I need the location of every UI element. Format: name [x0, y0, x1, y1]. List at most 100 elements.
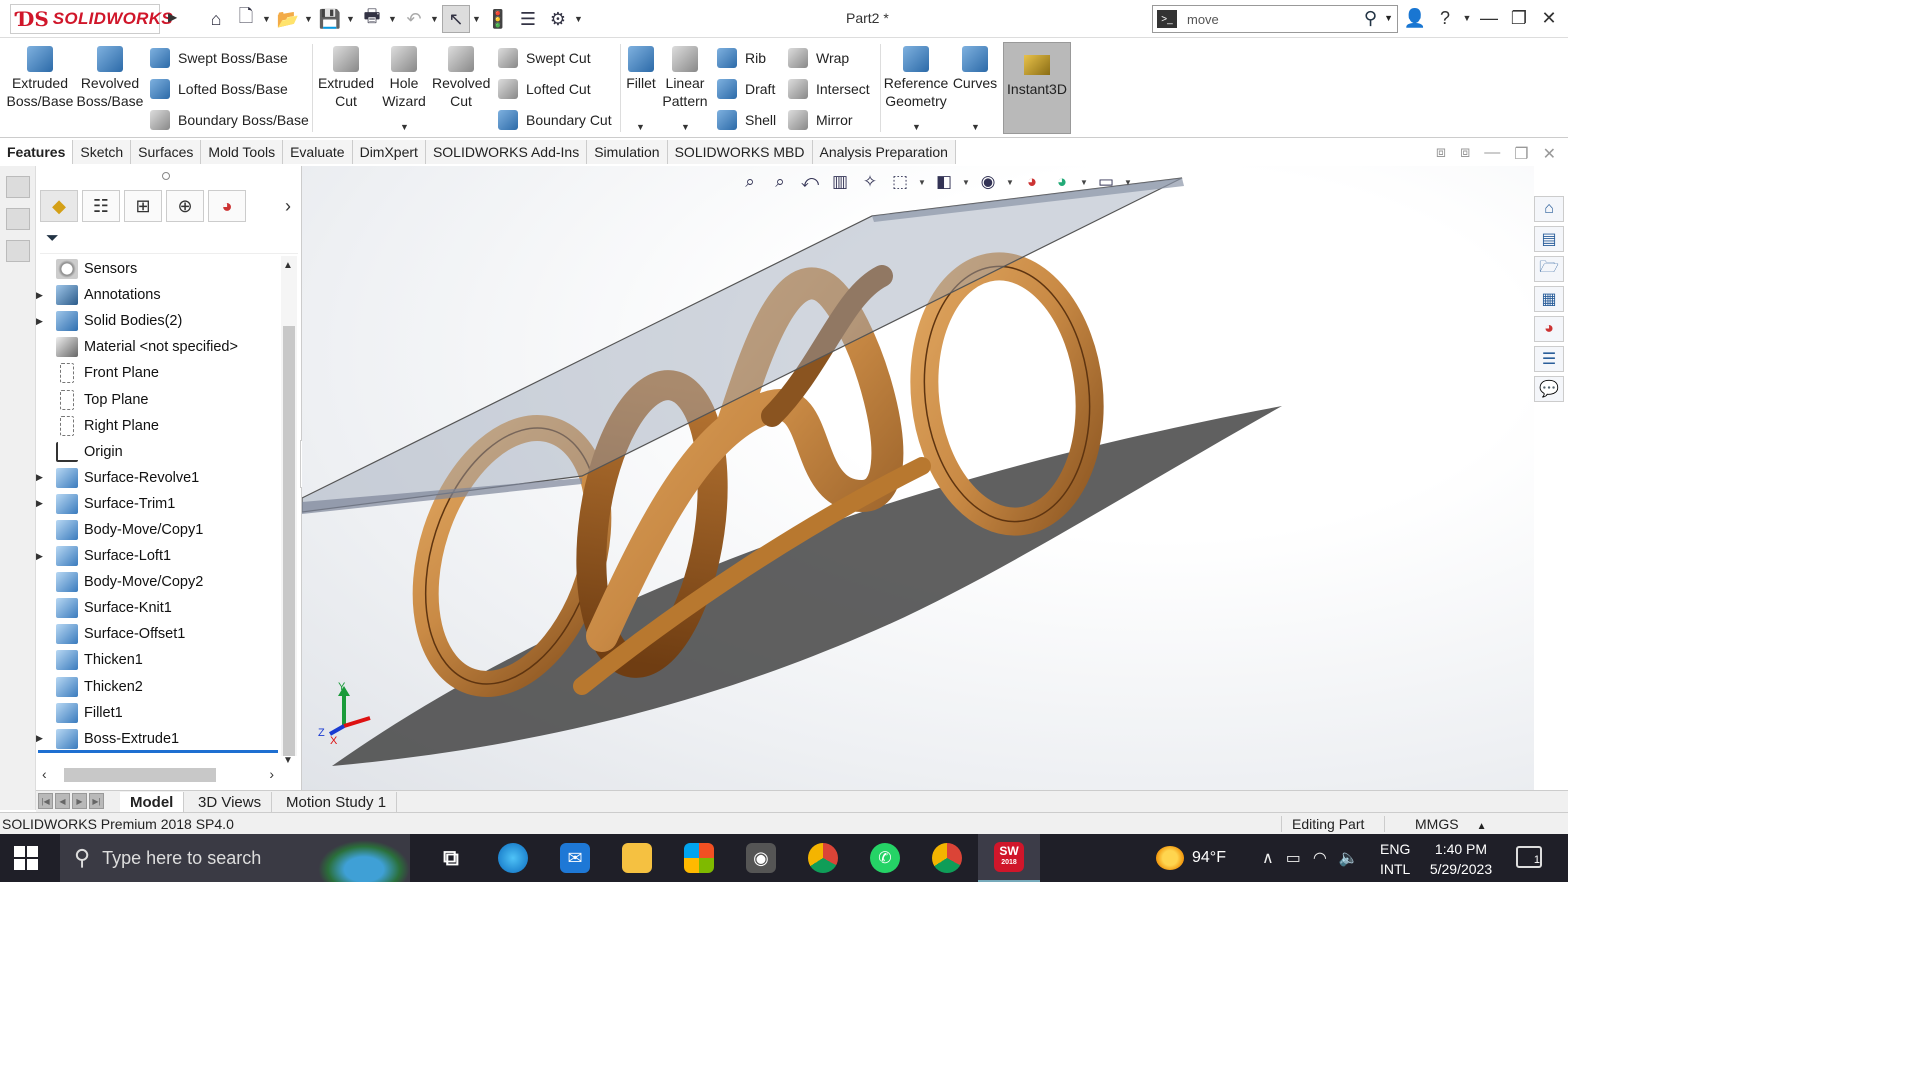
tree-item[interactable]: Thicken2: [36, 674, 282, 700]
hole-wizard-dropdown-icon[interactable]: ▼: [400, 122, 409, 132]
section-view-icon[interactable]: ▥: [828, 170, 852, 194]
mirror-button[interactable]: Mirror: [788, 108, 853, 132]
more-tabs-chevron-icon[interactable]: ›: [285, 196, 291, 217]
scroll-thumb[interactable]: [283, 326, 295, 756]
display-style-icon[interactable]: ◧: [932, 170, 956, 194]
fillet-button[interactable]: Fillet: [622, 46, 660, 92]
feature-manager-tab-icon[interactable]: ◆: [40, 190, 78, 222]
search-icon[interactable]: ⚲: [1364, 8, 1377, 29]
forum-icon[interactable]: 💬: [1534, 376, 1564, 402]
tile-right-icon[interactable]: ⧈: [1460, 144, 1470, 164]
store-button[interactable]: [668, 834, 730, 882]
task-view-button[interactable]: ⧉: [420, 834, 482, 882]
open-dropdown-icon[interactable]: ▼: [304, 14, 314, 24]
smart-dimension-icon[interactable]: [6, 208, 30, 230]
undo-icon[interactable]: ↶: [400, 5, 428, 33]
menu-expand-icon[interactable]: ▶: [168, 10, 177, 24]
prev-tab-icon[interactable]: ◀: [55, 793, 70, 809]
new-document-icon[interactable]: 🗋: [232, 5, 260, 33]
volume-icon[interactable]: 🔈: [1339, 848, 1359, 868]
whatsapp-button[interactable]: ✆: [854, 834, 916, 882]
tree-item[interactable]: Origin: [36, 439, 282, 465]
sketch-tool-icon[interactable]: [6, 176, 30, 198]
tree-item[interactable]: Right Plane: [36, 413, 282, 439]
expand-chevron-icon[interactable]: ▶: [36, 290, 46, 301]
taskbar-clock[interactable]: 1:40 PM 5/29/2023: [1426, 839, 1496, 879]
chrome-profile-button[interactable]: [916, 834, 978, 882]
help-icon[interactable]: ?: [1432, 4, 1458, 32]
camera-button[interactable]: ◉: [730, 834, 792, 882]
scroll-down-icon[interactable]: ▼: [283, 755, 293, 766]
tree-item[interactable]: Body-Move/Copy2: [36, 569, 282, 595]
previous-view-icon[interactable]: ⤺: [798, 170, 822, 194]
instant3d-button[interactable]: Instant3D: [1003, 42, 1071, 134]
mail-button[interactable]: ✉: [544, 834, 606, 882]
hide-show-dropdown-icon[interactable]: ▼: [1006, 178, 1014, 187]
tree-filter[interactable]: ⏷: [40, 226, 298, 254]
edge-button[interactable]: [482, 834, 544, 882]
tab-features[interactable]: Features: [0, 140, 74, 164]
curves-button[interactable]: Curves: [952, 46, 998, 92]
print-dropdown-icon[interactable]: ▼: [388, 14, 398, 24]
swept-boss-button[interactable]: Swept Boss/Base: [150, 46, 288, 70]
solidworks-taskbar-button[interactable]: SW 2018: [978, 834, 1040, 882]
linear-pattern-button[interactable]: Linear Pattern: [660, 46, 710, 110]
scroll-right-icon[interactable]: ›: [269, 766, 274, 782]
tab-3d-views[interactable]: 3D Views: [188, 792, 273, 812]
tree-item[interactable]: Material <not specified>: [36, 334, 282, 360]
tree-item[interactable]: ▶ Boss-Extrude1: [36, 726, 282, 752]
doc-close-icon[interactable]: ✕: [1543, 144, 1556, 164]
file-properties-icon[interactable]: ☰: [514, 5, 542, 33]
zoom-to-area-icon[interactable]: ⌕: [768, 170, 792, 194]
tree-vertical-scrollbar[interactable]: ▲ ▼: [281, 256, 297, 766]
design-library-icon[interactable]: ▤: [1534, 226, 1564, 252]
options-dropdown-icon[interactable]: ▼: [574, 14, 584, 24]
graphics-area[interactable]: Y Z X ⌕ ⌕ ⤺ ▥ ✧ ⬚ ▼ ◧ ▼ ◉ ▼ ◕ ◕ ▼ ▭ ▼: [302, 166, 1534, 790]
taskbar-search[interactable]: ⚲ Type here to search: [60, 834, 410, 882]
user-account-icon[interactable]: 👤: [1402, 4, 1428, 32]
revolved-cut-button[interactable]: Revolved Cut: [432, 46, 490, 110]
battery-icon[interactable]: ▭: [1286, 848, 1301, 868]
save-icon[interactable]: 💾: [316, 5, 344, 33]
filter-funnel-icon[interactable]: ⏷: [46, 230, 66, 250]
tree-item[interactable]: ▶ Surface-Trim1: [36, 491, 282, 517]
rollback-bar[interactable]: [38, 750, 278, 753]
lofted-cut-button[interactable]: Lofted Cut: [498, 77, 591, 101]
wrap-button[interactable]: Wrap: [788, 46, 849, 70]
configuration-manager-tab-icon[interactable]: ⊞: [124, 190, 162, 222]
intersect-button[interactable]: Intersect: [788, 77, 870, 101]
expand-chevron-icon[interactable]: ▶: [36, 472, 46, 483]
boundary-boss-button[interactable]: Boundary Boss/Base: [150, 108, 309, 132]
help-dropdown-icon[interactable]: ▼: [1462, 4, 1472, 32]
unit-system[interactable]: MMGS ▲: [1384, 816, 1524, 832]
tab-model[interactable]: Model: [120, 792, 185, 812]
display-manager-tab-icon[interactable]: ◕: [208, 190, 246, 222]
tab-evaluate[interactable]: Evaluate: [283, 140, 353, 164]
view-orientation-icon[interactable]: ⬚: [888, 170, 912, 194]
chrome-button[interactable]: [792, 834, 854, 882]
home-icon[interactable]: ⌂: [202, 5, 230, 33]
tab-simulation[interactable]: Simulation: [587, 140, 668, 164]
save-dropdown-icon[interactable]: ▼: [346, 14, 356, 24]
reference-geometry-button[interactable]: Reference Geometry: [882, 46, 950, 110]
scene-dropdown-icon[interactable]: ▼: [1080, 178, 1088, 187]
tab-solidworks-mbd[interactable]: SOLIDWORKS MBD: [667, 140, 813, 164]
display-style-dropdown-icon[interactable]: ▼: [962, 178, 970, 187]
fillet-dropdown-icon[interactable]: ▼: [636, 122, 645, 132]
lofted-boss-button[interactable]: Lofted Boss/Base: [150, 77, 288, 101]
tile-left-icon[interactable]: ⧈: [1436, 144, 1446, 164]
weather-widget[interactable]: 94°F: [1156, 846, 1226, 870]
options-gear-icon[interactable]: ⚙: [544, 5, 572, 33]
boundary-cut-button[interactable]: Boundary Cut: [498, 108, 612, 132]
tab-motion-study[interactable]: Motion Study 1: [276, 792, 398, 812]
edit-appearance-icon[interactable]: ◕: [1020, 170, 1044, 194]
doc-restore-icon[interactable]: ❐: [1514, 144, 1528, 164]
tab-dimxpert[interactable]: DimXpert: [352, 140, 426, 164]
tree-item[interactable]: Front Plane: [36, 360, 282, 386]
select-dropdown-icon[interactable]: ▼: [472, 14, 482, 24]
apply-scene-icon[interactable]: ◕: [1050, 170, 1074, 194]
tree-horizontal-scrollbar[interactable]: ‹ ›: [38, 764, 278, 786]
first-tab-icon[interactable]: |◀: [38, 793, 53, 809]
scroll-up-icon[interactable]: ▲: [283, 260, 293, 271]
wifi-icon[interactable]: ◠: [1313, 848, 1327, 868]
